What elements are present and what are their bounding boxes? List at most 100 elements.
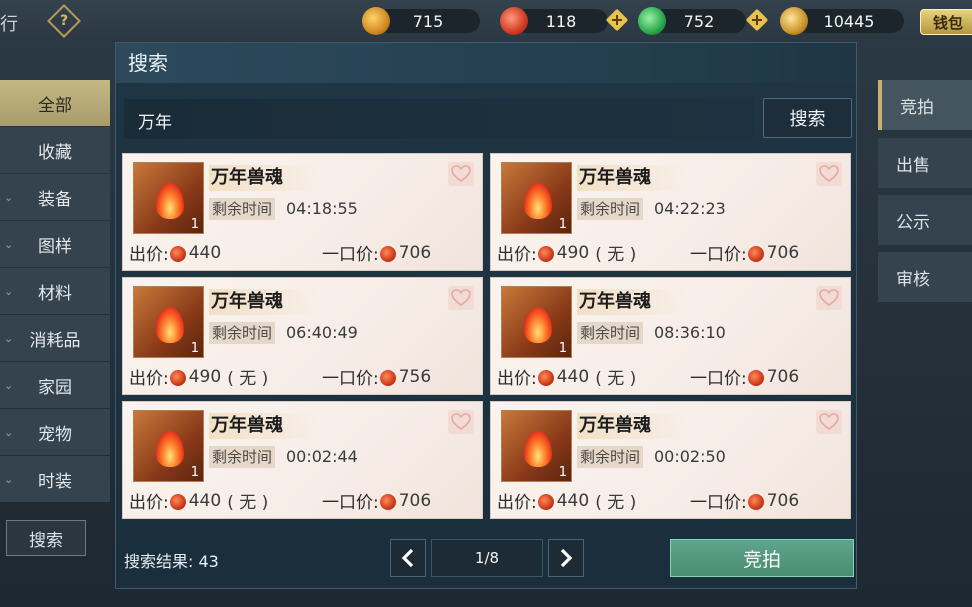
item-name: 万年兽魂 — [209, 413, 317, 439]
category-sidebar: 全部 收藏 ⌄ 装备 ⌄ 图样 ⌄ 材料 ⌄ 消耗品 ⌄ 家园 ⌄ 宠物 ⌄ 时装 — [0, 80, 110, 503]
remaining-time-value: 00:02:50 — [654, 447, 726, 466]
item-card[interactable]: 1 万年兽魂 剩余时间 00:02:44 出价: 440( 无 ) 一口价: 706 — [122, 401, 483, 519]
remaining-time-label: 剩余时间 — [209, 446, 276, 468]
favorite-heart-icon[interactable] — [448, 410, 474, 434]
flame-soul-icon — [156, 431, 184, 467]
flame-soul-icon — [524, 183, 552, 219]
flame-soul-icon — [156, 307, 184, 343]
search-input[interactable]: 万年 — [124, 99, 754, 139]
search-dialog: 搜索 万年 搜索 1 万年兽魂 剩余时间 04:18:55 出价: 440 一口价… — [115, 42, 857, 589]
chevron-down-icon: ⌄ — [4, 285, 14, 298]
red-swirl-coin-icon — [500, 7, 528, 35]
item-thumbnail: 1 — [133, 410, 204, 482]
chevron-down-icon: ⌄ — [4, 238, 14, 251]
search-result-count: 搜索结果: 43 — [124, 552, 219, 571]
item-card[interactable]: 1 万年兽魂 剩余时间 04:22:23 出价: 490( 无 ) 一口价: 706 — [490, 153, 851, 271]
dialog-title: 搜索 — [116, 43, 856, 83]
item-quantity: 1 — [190, 341, 199, 356]
item-thumbnail: 1 — [501, 410, 572, 482]
flame-soul-icon — [524, 307, 552, 343]
coin-icon — [537, 245, 554, 262]
sidebar-item-equipment[interactable]: ⌄ 装备 — [0, 174, 110, 220]
currency-value: 715 — [376, 9, 480, 33]
coin-icon — [747, 493, 764, 510]
item-name: 万年兽魂 — [209, 289, 317, 315]
search-button[interactable]: 搜索 — [763, 98, 852, 138]
buyout-price: 一口价: 706 — [322, 490, 432, 514]
tab-auction[interactable]: 竞拍 — [878, 80, 972, 130]
wallet-button[interactable]: 钱包 — [920, 9, 972, 35]
sidebar-item-patterns[interactable]: ⌄ 图样 — [0, 221, 110, 267]
favorite-heart-icon[interactable] — [448, 286, 474, 310]
item-card[interactable]: 1 万年兽魂 剩余时间 00:02:50 出价: 440( 无 ) 一口价: 706 — [490, 401, 851, 519]
remaining-time-label: 剩余时间 — [209, 322, 276, 344]
coin-icon — [379, 493, 396, 510]
sidebar-item-consumables[interactable]: ⌄ 消耗品 — [0, 315, 110, 361]
coin-icon — [537, 493, 554, 510]
item-thumbnail: 1 — [501, 162, 572, 234]
bid-price: 出价: 440( 无 ) — [497, 366, 637, 390]
item-name: 万年兽魂 — [577, 289, 685, 315]
currency-value: 118 — [514, 9, 608, 33]
gold-ingot-icon — [362, 7, 390, 35]
item-quantity: 1 — [558, 341, 567, 356]
item-card[interactable]: 1 万年兽魂 剩余时间 04:18:55 出价: 440 一口价: 706 — [122, 153, 483, 271]
tab-announce[interactable]: 公示 — [878, 195, 972, 245]
coin-icon — [379, 369, 396, 386]
bid-price: 出价: 490( 无 ) — [129, 366, 269, 390]
sidebar-search-button[interactable]: 搜索 — [6, 520, 86, 556]
remaining-time-value: 04:22:23 — [654, 199, 726, 218]
tab-sell[interactable]: 出售 — [878, 138, 972, 188]
favorite-heart-icon[interactable] — [816, 410, 842, 434]
buyout-price: 一口价: 706 — [690, 366, 800, 390]
coin-icon — [537, 369, 554, 386]
favorite-heart-icon[interactable] — [448, 162, 474, 186]
remaining-time-label: 剩余时间 — [577, 322, 644, 344]
next-page-button[interactable] — [548, 539, 584, 577]
bid-price: 出价: 440( 无 ) — [497, 490, 637, 514]
sidebar-item-favorites[interactable]: 收藏 — [0, 127, 110, 173]
remaining-time-label: 剩余时间 — [209, 198, 276, 220]
jade-dragon-icon — [638, 7, 666, 35]
chevron-down-icon: ⌄ — [4, 426, 14, 439]
item-card[interactable]: 1 万年兽魂 剩余时间 08:36:10 出价: 440( 无 ) 一口价: 706 — [490, 277, 851, 395]
coin-icon — [379, 245, 396, 262]
flame-soul-icon — [156, 183, 184, 219]
item-thumbnail: 1 — [133, 286, 204, 358]
bid-price: 出价: 440 — [129, 242, 222, 266]
remaining-time-label: 剩余时间 — [577, 198, 644, 220]
item-quantity: 1 — [558, 465, 567, 480]
add-currency-plus-icon[interactable] — [745, 8, 769, 32]
bid-button[interactable]: 竞拍 — [670, 539, 854, 577]
chevron-down-icon: ⌄ — [4, 332, 14, 345]
chevron-right-icon — [560, 548, 573, 568]
prev-page-button[interactable] — [390, 539, 426, 577]
item-quantity: 1 — [190, 465, 199, 480]
currency-red-coin: 118 — [500, 7, 610, 35]
buyout-price: 一口价: 756 — [322, 366, 432, 390]
remaining-time-value: 08:36:10 — [654, 323, 726, 342]
chevron-down-icon: ⌄ — [4, 473, 14, 486]
sidebar-item-materials[interactable]: ⌄ 材料 — [0, 268, 110, 314]
coin-icon — [169, 245, 186, 262]
favorite-heart-icon[interactable] — [816, 286, 842, 310]
sidebar-item-home[interactable]: ⌄ 家园 — [0, 362, 110, 408]
chevron-down-icon: ⌄ — [4, 191, 14, 204]
remaining-time-value: 04:18:55 — [286, 199, 358, 218]
currency-gold-ingot: 715 — [362, 7, 482, 35]
flame-soul-icon — [524, 431, 552, 467]
favorite-heart-icon[interactable] — [816, 162, 842, 186]
sidebar-item-all[interactable]: 全部 — [0, 80, 110, 126]
sidebar-item-pets[interactable]: ⌄ 宠物 — [0, 409, 110, 455]
top-bar: 行 ? 715 118 752 10445 钱包 — [0, 0, 972, 42]
item-name: 万年兽魂 — [577, 413, 685, 439]
bid-price: 出价: 440( 无 ) — [129, 490, 269, 514]
currency-value: 10445 — [794, 9, 904, 33]
help-icon[interactable]: ? — [47, 4, 81, 38]
currency-gold-leaf: 10445 — [780, 7, 906, 35]
sidebar-item-fashion[interactable]: ⌄ 时装 — [0, 456, 110, 502]
item-card[interactable]: 1 万年兽魂 剩余时间 06:40:49 出价: 490( 无 ) 一口价: 756 — [122, 277, 483, 395]
item-quantity: 1 — [190, 217, 199, 232]
tab-review[interactable]: 审核 — [878, 252, 972, 302]
coin-icon — [169, 369, 186, 386]
